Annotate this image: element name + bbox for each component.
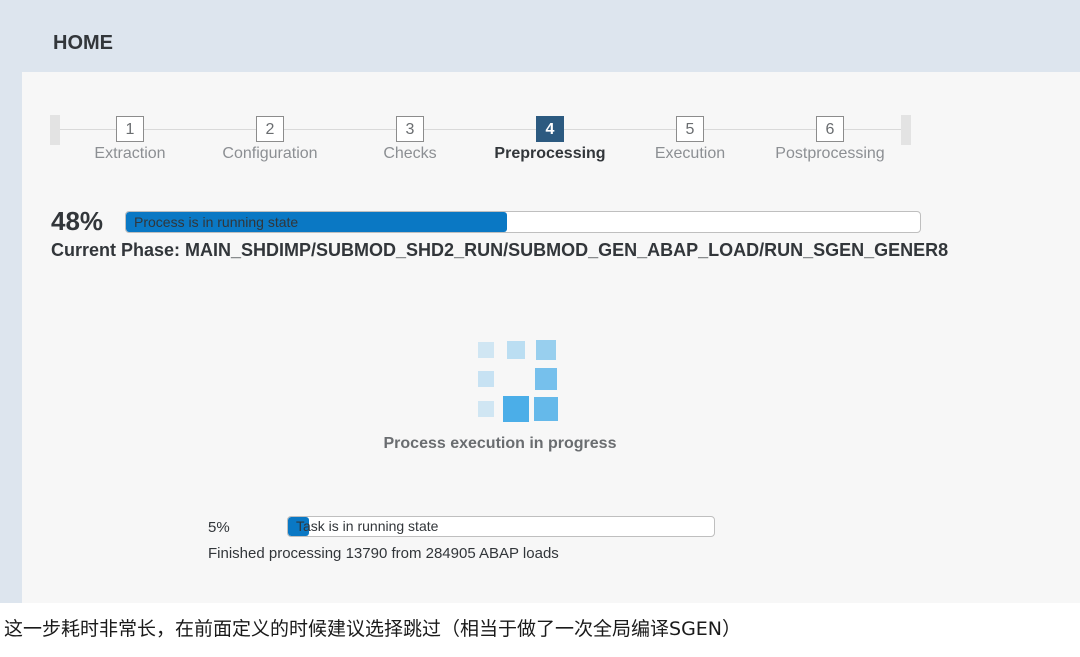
- step-label-active: Preprocessing: [494, 145, 606, 162]
- wizard-step-configuration[interactable]: 2 Configuration: [190, 116, 350, 163]
- wizard-step-preprocessing[interactable]: 4 Preprocessing: [470, 116, 630, 163]
- overall-progress-text: Process is in running state: [134, 214, 299, 230]
- header-bar: HOME: [22, 0, 1080, 72]
- wizard-step-extraction[interactable]: 1 Extraction: [50, 116, 210, 163]
- wizard-step-postprocessing[interactable]: 6 Postprocessing: [750, 116, 910, 163]
- step-number-active: 4: [536, 116, 564, 142]
- current-phase: Current Phase: MAIN_SHDIMP/SUBMOD_SHD2_R…: [51, 240, 949, 260]
- step-number: 6: [816, 116, 844, 142]
- wizard-step-checks[interactable]: 3 Checks: [330, 116, 490, 163]
- step-label: Postprocessing: [775, 145, 885, 162]
- overall-progress-percent: 48%: [51, 206, 104, 236]
- busy-indicator-icon: [474, 338, 560, 424]
- task-progress-text: Task is in running state: [296, 518, 439, 534]
- busy-indicator-text: Process execution in progress: [383, 435, 617, 452]
- step-number: 3: [396, 116, 424, 142]
- step-label: Configuration: [222, 145, 318, 162]
- step-number: 1: [116, 116, 144, 142]
- task-progress-bar: Task is in running state: [287, 516, 715, 537]
- step-number: 5: [676, 116, 704, 142]
- left-edge: [0, 0, 22, 603]
- task-progress-percent: 5%: [208, 519, 230, 536]
- overall-progress-bar: Process is in running state: [125, 211, 921, 233]
- task-status-text: Finished processing 13790 from 284905 AB…: [208, 545, 559, 562]
- step-number: 2: [256, 116, 284, 142]
- wizard-step-execution[interactable]: 5 Execution: [610, 116, 770, 163]
- step-label: Extraction: [94, 145, 166, 162]
- step-label: Checks: [383, 145, 437, 162]
- caption-text: 这一步耗时非常长，在前面定义的时候建议选择跳过（相当于做了一次全局编译SGEN）: [4, 618, 742, 640]
- page-title[interactable]: HOME: [53, 32, 113, 55]
- step-label: Execution: [654, 145, 726, 162]
